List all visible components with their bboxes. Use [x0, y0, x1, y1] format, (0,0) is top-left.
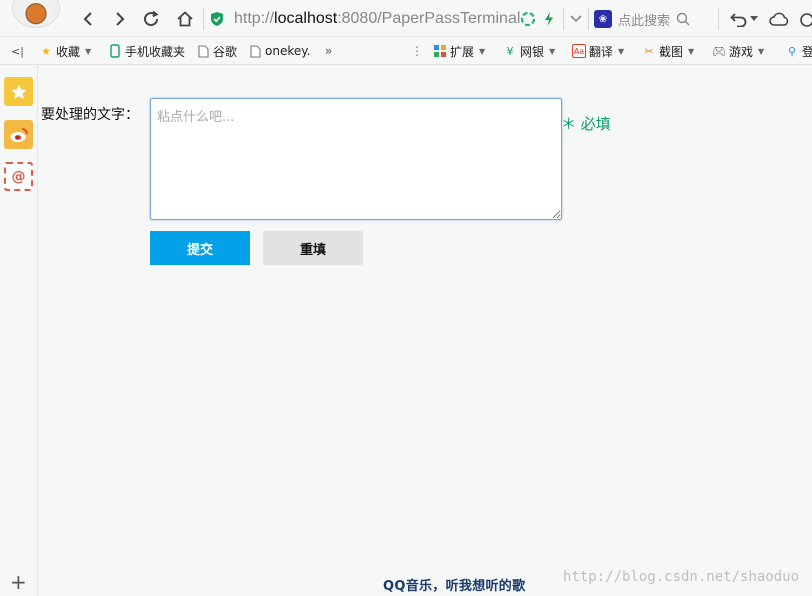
bookmark-label: »	[325, 44, 333, 58]
toolbar-divider	[203, 8, 204, 30]
lightning-icon[interactable]	[544, 11, 554, 27]
tool-label: 游戏	[729, 44, 754, 59]
toolbar-divider	[718, 8, 719, 30]
star-icon	[10, 84, 27, 99]
sidebar-toggle-label: <|	[11, 44, 24, 58]
browser-toolbar: http://localhost:8080/PaperPassTerminal …	[0, 0, 812, 37]
address-actions	[520, 11, 554, 27]
tool-label: 翻译	[589, 44, 614, 59]
reload-icon[interactable]	[140, 8, 162, 30]
undo-icon[interactable]	[728, 8, 750, 30]
tool-login[interactable]: ⚲ 登	[785, 43, 812, 59]
tool-label: 网银	[520, 44, 545, 59]
more-dots-icon[interactable]: ⋮	[411, 43, 423, 59]
search-engine-icon[interactable]: ❀	[594, 10, 612, 28]
text-field-label: 要处理的文字：	[41, 107, 139, 123]
add-sidebar-item-icon[interactable]: +	[10, 572, 27, 592]
search-icon[interactable]	[676, 12, 690, 26]
tool-screenshot[interactable]: ✂ 截图 ▼	[642, 43, 694, 59]
gamepad-icon: 🎮︎	[712, 44, 726, 58]
watermark: http://blog.csdn.net/shaoduo	[563, 569, 800, 585]
page-icon	[248, 44, 262, 58]
tool-label: 登	[802, 44, 812, 59]
submit-button[interactable]: 提交	[150, 231, 250, 265]
secure-shield-icon	[211, 11, 223, 26]
bookmark-label: 手机收藏夹	[125, 44, 186, 59]
bookmark-favorites[interactable]: ★ 收藏 ▼	[39, 43, 91, 59]
browser-logo-icon	[12, 0, 60, 28]
chevron-down-icon: ▼	[758, 46, 765, 56]
speed-mode-icon[interactable]	[520, 11, 536, 27]
bookmark-label: 谷歌	[213, 44, 238, 59]
toolbar-divider	[563, 8, 564, 30]
url-path: :8080/PaperPassTerminal	[337, 9, 521, 27]
sidebar-item-mail[interactable]: @	[4, 162, 33, 191]
text-input[interactable]	[150, 98, 562, 220]
required-indicator: ＊ 必填	[561, 115, 611, 133]
star-icon: ★	[41, 44, 51, 58]
phone-icon	[108, 44, 122, 58]
chevron-down-icon: ▼	[688, 46, 695, 56]
bookmark-google[interactable]: 谷歌	[196, 43, 237, 59]
music-ticker: QQ音乐，听我想听的歌	[383, 579, 526, 594]
translate-icon: Aa	[572, 44, 586, 58]
sidebar-toggle-button[interactable]: <|	[11, 43, 24, 59]
chevron-down-icon[interactable]	[565, 8, 587, 30]
url-scheme: http://	[234, 9, 275, 27]
chevron-down-icon: ▼	[479, 46, 486, 56]
forward-icon[interactable]	[109, 8, 131, 30]
sidebar-item-favorites[interactable]	[4, 77, 33, 106]
weibo-icon	[10, 127, 28, 142]
tool-banking[interactable]: ¥ 网银 ▼	[503, 43, 556, 59]
scissors-icon: ✂	[644, 44, 654, 58]
search-box[interactable]: ❀ 点此搜索	[594, 7, 712, 31]
bookmark-mobile[interactable]: 手机收藏夹	[108, 43, 185, 59]
home-icon[interactable]	[174, 8, 196, 30]
chevron-down-icon: ▼	[618, 46, 625, 56]
extensions-icon	[433, 44, 447, 58]
reset-button[interactable]: 重填	[263, 231, 363, 265]
tool-label: 截图	[659, 44, 684, 59]
page-content: 要处理的文字： ＊ 必填 提交 重填	[39, 66, 812, 596]
undo-dropdown-icon[interactable]	[748, 8, 760, 30]
bookmarks-bar: <| ★ 收藏 ▼ 手机收藏夹 谷歌 onekey. » ⋮ 扩展 ▼ ¥ 网银…	[0, 37, 812, 65]
page-icon	[196, 44, 210, 58]
bookmarks-overflow-button[interactable]: »	[325, 43, 332, 59]
tool-translate[interactable]: Aa 翻译 ▼	[572, 43, 624, 59]
tool-extensions[interactable]: 扩展 ▼	[433, 43, 485, 59]
bank-shield-icon: ¥	[506, 44, 514, 58]
toolbar-divider	[588, 8, 589, 30]
chevron-down-icon: ▼	[85, 46, 92, 56]
bookmark-onekey[interactable]: onekey.	[248, 43, 310, 59]
magnifier-icon: ⚲	[787, 44, 797, 58]
browser-sidebar: @ +	[0, 66, 38, 596]
tool-games[interactable]: 🎮︎ 游戏 ▼	[712, 43, 764, 59]
bookmark-label: 收藏	[56, 44, 81, 59]
cloud-icon[interactable]	[768, 8, 790, 30]
chevron-down-icon: ▼	[549, 46, 556, 56]
back-icon[interactable]	[77, 8, 99, 30]
at-sign-icon: @	[11, 168, 26, 185]
sidebar-item-weibo[interactable]	[4, 120, 33, 149]
bookmark-label: onekey.	[265, 44, 311, 58]
tool-label: 扩展	[450, 44, 475, 59]
search-placeholder: 点此搜索	[618, 13, 671, 29]
url-host: localhost	[274, 9, 338, 27]
menu-icon[interactable]	[795, 8, 812, 30]
